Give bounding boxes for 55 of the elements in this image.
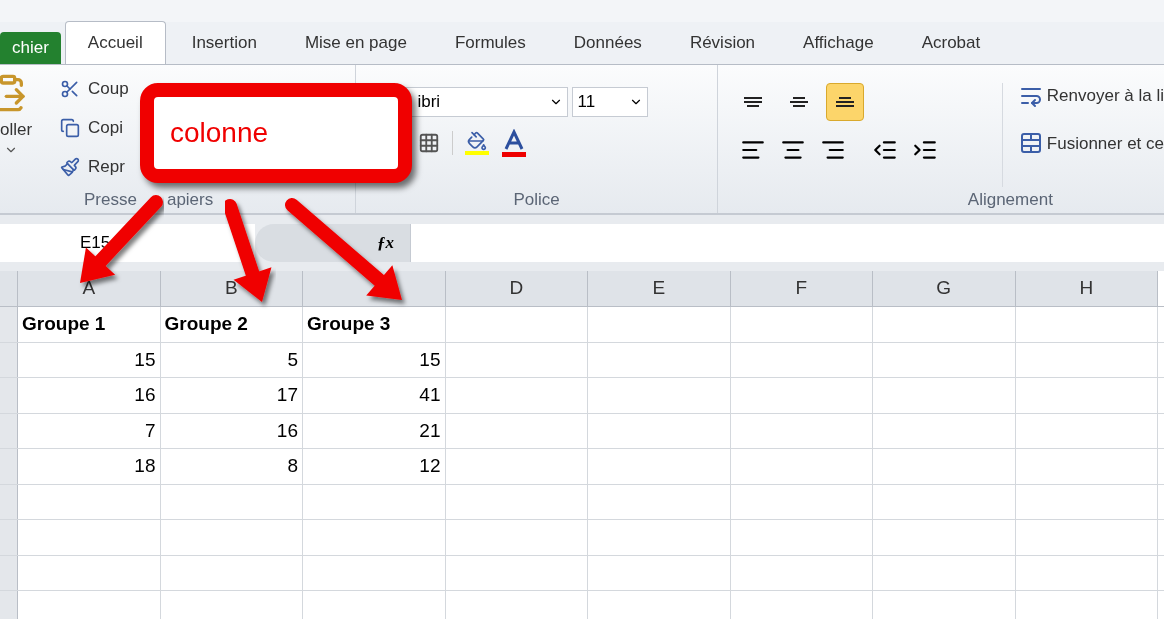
table-cell-text: 15 — [418, 347, 441, 372]
table-cell-text: 15 — [133, 347, 156, 372]
table-cell-text: 5 — [286, 347, 298, 372]
align-middle-icon — [789, 97, 808, 107]
table-cell-text: Groupe 2 — [164, 312, 249, 336]
callout-text: colonne — [170, 116, 269, 150]
clipboard-command[interactable]: Coup — [60, 73, 129, 104]
copy-icon — [60, 117, 80, 138]
borders-icon[interactable] — [418, 132, 441, 154]
column-header[interactable]: A — [18, 271, 161, 306]
ribbon-tab[interactable]: Formules — [432, 21, 548, 64]
merge-cells-icon — [1018, 131, 1043, 156]
paste-icon[interactable] — [0, 73, 28, 113]
column-header[interactable]: E — [588, 271, 731, 306]
alignment-command[interactable]: Fusionner et ce — [1018, 130, 1164, 156]
column-header[interactable]: G — [873, 271, 1016, 306]
table-cell-text: 7 — [143, 418, 156, 443]
ribbon-tab[interactable]: Affichage — [781, 21, 896, 64]
table-cell-text: 16 — [133, 383, 156, 407]
fill-color-icon[interactable] — [465, 131, 490, 155]
ribbon-tab[interactable]: Accueil — [64, 21, 166, 64]
ribbon-tab[interactable]: Mise en page — [282, 21, 429, 64]
scissors-icon — [60, 78, 80, 99]
table-cell-text: 8 — [286, 454, 298, 478]
table-cell-text: 18 — [133, 454, 156, 478]
ribbon-tab[interactable]: Insertion — [169, 21, 279, 64]
table-cell-text: 41 — [418, 383, 441, 407]
align-bottom-icon — [835, 97, 854, 107]
alignment-command[interactable]: Renvoyer à la li — [1018, 83, 1164, 109]
table-cell-text: 21 — [418, 418, 441, 443]
ribbon-tab[interactable]: Acrobat — [899, 21, 1003, 64]
table-cell-text: 17 — [275, 383, 298, 407]
table-cell-text: 12 — [418, 454, 441, 478]
column-header[interactable]: H — [1015, 271, 1158, 306]
group-label: apiers — [166, 189, 214, 212]
clipboard-command[interactable]: Repr — [60, 151, 129, 182]
column-header[interactable]: D — [445, 271, 588, 306]
table-cell-text: Groupe 1 — [22, 312, 107, 336]
clipboard-command[interactable]: Copi — [60, 112, 129, 143]
column-header[interactable]: F — [730, 271, 873, 306]
font-color-icon[interactable] — [501, 129, 528, 157]
font-size-field[interactable]: 11 — [572, 87, 649, 117]
table-cell-text: Groupe 3 — [307, 312, 392, 336]
group-label: Police — [513, 189, 560, 212]
file-tab[interactable]: chier — [0, 32, 61, 64]
ribbon-tab[interactable]: Données — [551, 21, 664, 64]
table-cell-text: 16 — [275, 418, 298, 443]
group-label: Presse — [84, 189, 137, 212]
ribbon-tab[interactable]: Révision — [667, 21, 778, 64]
vertical-align-button[interactable] — [825, 83, 864, 121]
paste-label[interactable]: oller — [0, 117, 33, 143]
paintbrush-icon — [60, 156, 80, 177]
align-top-icon — [743, 97, 762, 107]
group-label: Alignement — [967, 189, 1053, 212]
formula-field[interactable] — [410, 224, 1164, 262]
